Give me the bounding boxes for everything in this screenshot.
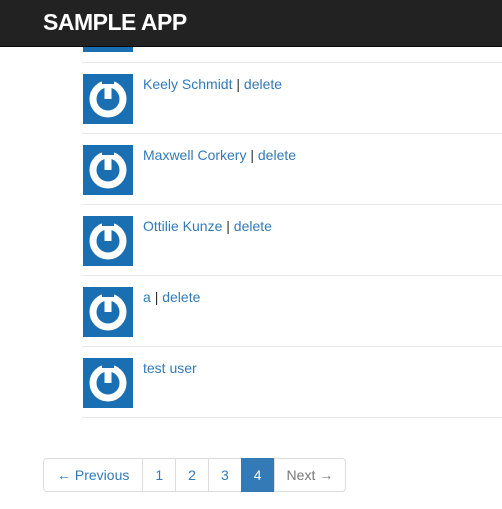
separator: |	[236, 76, 244, 92]
page-link-2[interactable]: 2	[175, 458, 209, 492]
page-link-1[interactable]: 1	[142, 458, 177, 492]
user-name-link[interactable]: Ottilie Kunze	[143, 218, 222, 234]
brand-logo[interactable]: SAMPLE APP	[43, 9, 187, 36]
user-avatar-partial[interactable]	[83, 47, 133, 52]
user-name-link[interactable]: a	[143, 289, 151, 305]
gravatar-icon	[89, 292, 127, 331]
delete-link[interactable]: delete	[162, 289, 200, 305]
previous-page-link[interactable]: ← Previous	[43, 458, 144, 492]
page-link-4-current[interactable]: 4	[240, 458, 275, 492]
gravatar-icon	[89, 150, 127, 189]
pagination: ← Previous 1 2 3 4 Next →	[43, 458, 347, 492]
list-item: Keely Schmidt | delete	[82, 62, 502, 133]
user-name-link[interactable]: Keely Schmidt	[143, 76, 232, 92]
gravatar-icon	[89, 79, 127, 118]
delete-link[interactable]: delete	[258, 147, 296, 163]
next-page-link[interactable]: Next →	[273, 458, 347, 492]
user-avatar[interactable]	[83, 358, 133, 408]
delete-link[interactable]: delete	[234, 218, 272, 234]
list-item: a | delete	[82, 275, 502, 346]
list-item: test user	[82, 346, 502, 417]
user-avatar[interactable]	[83, 145, 133, 195]
list-divider	[82, 417, 502, 418]
list-item: Maxwell Corkery | delete	[82, 133, 502, 204]
user-name-link[interactable]: test user	[143, 360, 197, 376]
user-avatar[interactable]	[83, 287, 133, 337]
separator: |	[250, 147, 258, 163]
gravatar-icon	[89, 363, 127, 402]
navbar: SAMPLE APP	[0, 0, 502, 47]
page-link-3[interactable]: 3	[207, 458, 242, 492]
list-item: Ottilie Kunze | delete	[82, 204, 502, 275]
user-avatar[interactable]	[83, 216, 133, 266]
separator: |	[226, 218, 234, 234]
gravatar-icon	[89, 221, 127, 260]
delete-link[interactable]: delete	[244, 76, 282, 92]
user-name-link[interactable]: Maxwell Corkery	[143, 147, 246, 163]
user-avatar[interactable]	[83, 74, 133, 124]
